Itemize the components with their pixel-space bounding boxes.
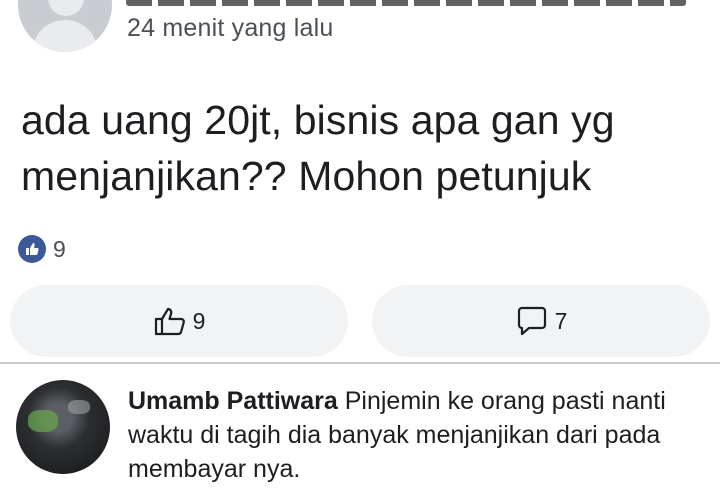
like-reaction-icon: [18, 235, 46, 263]
section-divider: [0, 362, 720, 364]
post-timestamp[interactable]: 24 menit yang lalu: [127, 14, 334, 43]
post-card: 24 menit yang lalu ada uang 20jt, bisnis…: [0, 0, 720, 362]
commenter-avatar[interactable]: [16, 380, 110, 474]
thumbs-up-icon: [154, 307, 185, 336]
like-button[interactable]: 9: [10, 285, 348, 357]
poster-avatar[interactable]: [18, 0, 112, 52]
default-avatar-head-icon: [48, 0, 84, 16]
like-count: 9: [192, 307, 206, 334]
reaction-summary[interactable]: 9: [18, 234, 66, 264]
comment-bubble-icon: [517, 306, 546, 336]
comment-count: 7: [554, 307, 568, 334]
comment-author-link[interactable]: Umamb Pattiwara: [128, 387, 338, 415]
poster-name-cropped[interactable]: [126, 0, 686, 6]
avatar-photo-detail: [28, 410, 58, 432]
comment-button[interactable]: 7: [372, 285, 710, 357]
post-text: ada uang 20jt, bisnis apa gan yg menjanj…: [21, 97, 615, 199]
reaction-count: 9: [53, 235, 66, 262]
default-avatar-body-icon: [32, 20, 98, 52]
comment-body: Umamb Pattiwara Pinjemin ke orang pasti …: [128, 384, 698, 486]
avatar-photo-detail: [68, 400, 90, 414]
